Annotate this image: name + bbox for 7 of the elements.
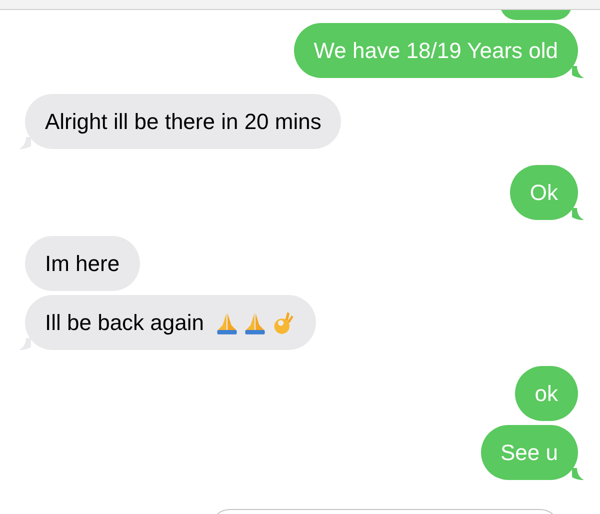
message-text: Alright ill be there in 20 mins	[45, 108, 322, 134]
message-text: ok	[534, 380, 558, 406]
message-text: Ok	[530, 180, 558, 206]
message-text: Im here	[45, 250, 120, 276]
message-text: Ill be back again	[45, 310, 204, 336]
message-text: See u	[500, 440, 558, 466]
message-text: We have 18/19 Years old	[314, 38, 558, 64]
